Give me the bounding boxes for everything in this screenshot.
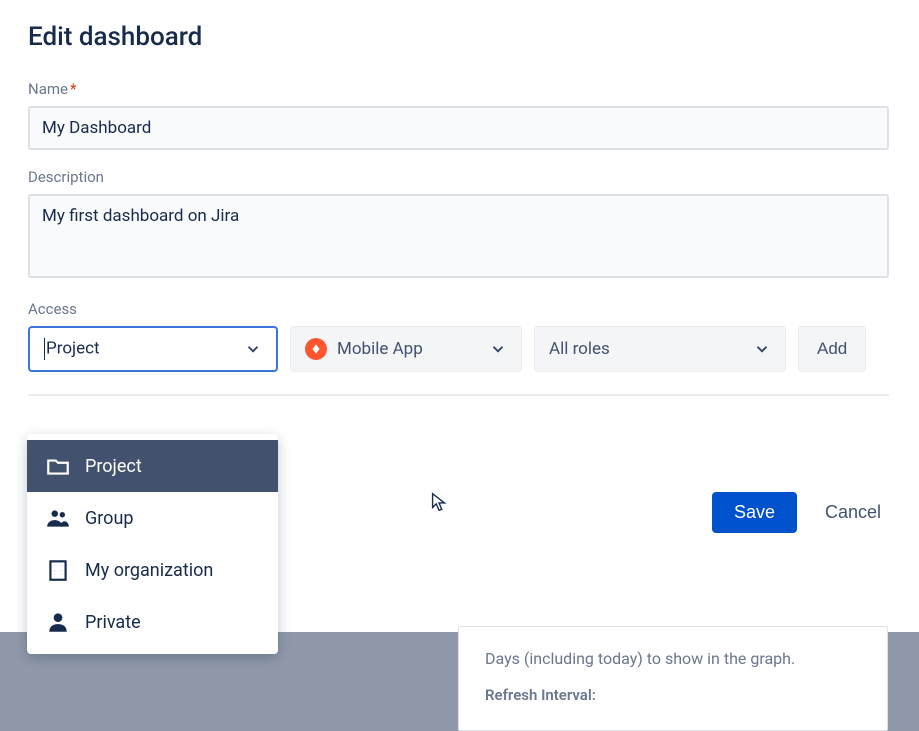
save-button[interactable]: Save: [712, 492, 797, 533]
project-select[interactable]: Mobile App: [290, 326, 522, 372]
roles-select[interactable]: All roles: [534, 326, 786, 372]
background-hint-text: Days (including today) to show in the gr…: [485, 649, 861, 668]
access-type-value: Project: [44, 338, 100, 360]
group-icon: [45, 505, 71, 531]
description-label: Description: [28, 168, 891, 186]
modal-title: Edit dashboard: [28, 22, 891, 52]
chevron-down-icon: [244, 340, 262, 358]
add-button[interactable]: Add: [798, 326, 866, 372]
dropdown-item-label: My organization: [85, 560, 213, 581]
building-icon: [45, 557, 71, 583]
cancel-button[interactable]: Cancel: [817, 492, 889, 533]
dropdown-item-label: Project: [85, 456, 142, 477]
dropdown-item-private[interactable]: Private: [27, 596, 278, 648]
access-type-dropdown: Project Group My organization Private: [27, 434, 278, 654]
mouse-cursor-icon: [428, 489, 450, 515]
dropdown-item-group[interactable]: Group: [27, 492, 278, 544]
dropdown-item-organization[interactable]: My organization: [27, 544, 278, 596]
folder-icon: [45, 453, 71, 479]
name-label: Name*: [28, 80, 891, 98]
refresh-interval-label: Refresh Interval:: [485, 686, 861, 704]
roles-select-value: All roles: [549, 339, 610, 359]
chevron-down-icon: [489, 340, 507, 358]
access-row: Project Mobile App All roles Add: [28, 326, 891, 372]
person-icon: [45, 609, 71, 635]
project-select-value: Mobile App: [337, 339, 423, 359]
chevron-down-icon: [753, 340, 771, 358]
required-asterisk: *: [70, 80, 76, 98]
description-input[interactable]: My first dashboard on Jira: [28, 194, 889, 278]
access-type-select[interactable]: Project: [28, 326, 278, 372]
name-input[interactable]: [28, 106, 889, 150]
dropdown-item-project[interactable]: Project: [27, 440, 278, 492]
access-label: Access: [28, 300, 891, 318]
dropdown-item-label: Private: [85, 612, 141, 633]
divider: [28, 394, 889, 396]
project-avatar-icon: [305, 338, 327, 360]
name-label-text: Name: [28, 80, 68, 98]
background-gadget-settings: Days (including today) to show in the gr…: [458, 626, 888, 731]
dropdown-item-label: Group: [85, 508, 133, 529]
